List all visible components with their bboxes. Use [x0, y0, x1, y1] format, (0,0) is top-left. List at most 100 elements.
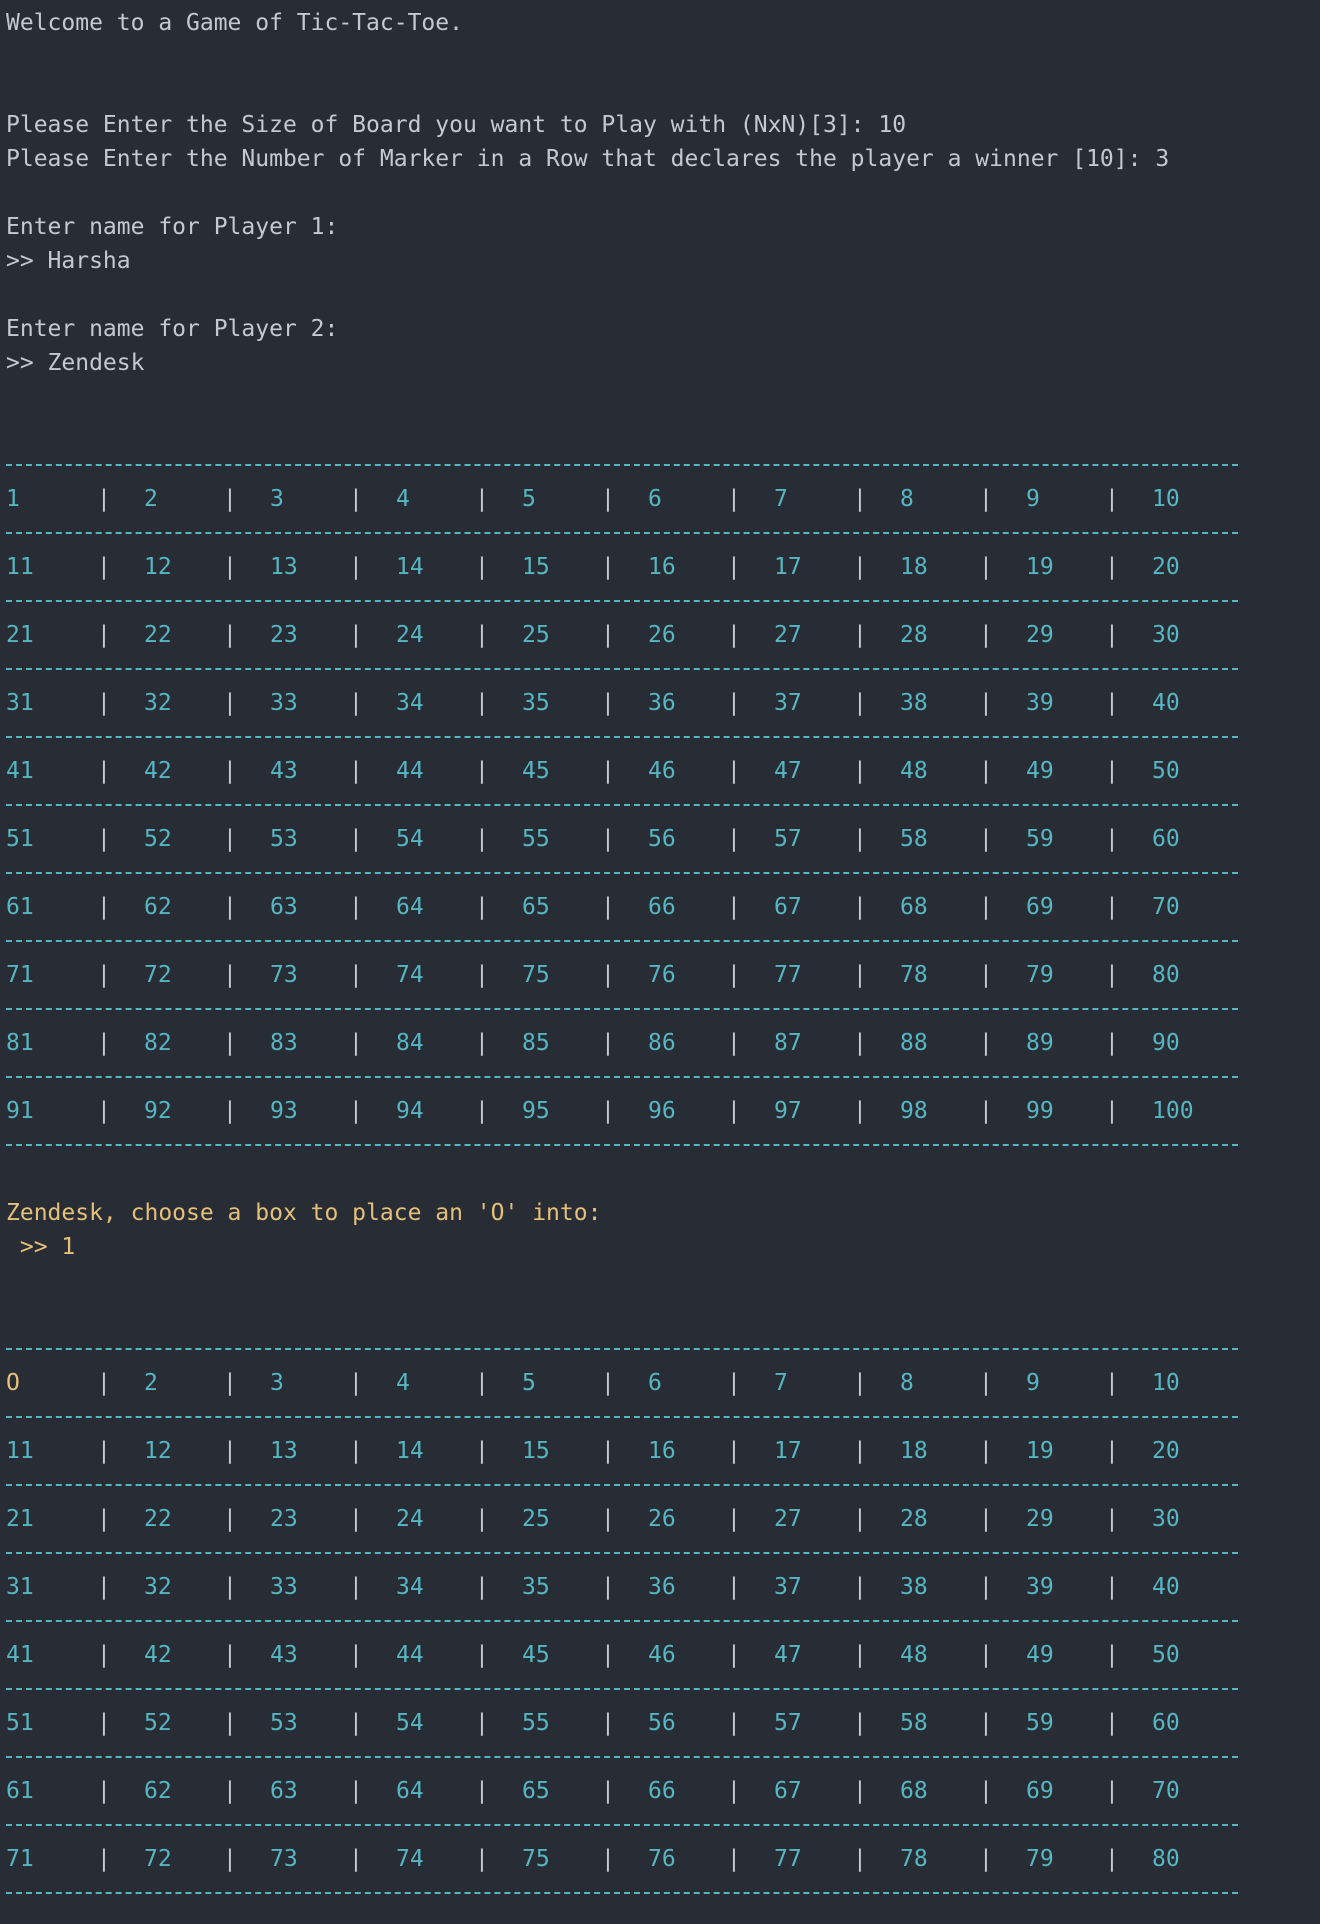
cell-divider: | [223, 1438, 237, 1464]
cell-divider: | [97, 554, 111, 580]
board-cell: 47 [774, 758, 802, 784]
cell-divider: | [601, 690, 615, 716]
board-separator [6, 448, 1320, 482]
board-row: 51 | 52 | 53 | 54 | 55 | 56 | 57 | 58 | 59 | 60 [6, 822, 1320, 856]
board-row: 1 | 2 | 3 | 4 | 5 | 6 | 7 | 8 | 9 | 10 [6, 482, 1320, 516]
board-cell: 62 [144, 1778, 172, 1804]
board-cell: 94 [396, 1098, 424, 1124]
board-cell: 66 [648, 1778, 676, 1804]
board-cell: 96 [648, 1098, 676, 1124]
cell-divider: | [979, 962, 993, 988]
cell-divider: | [223, 1370, 237, 1396]
board-separator [6, 1876, 1320, 1910]
board-row: 91 | 92 | 93 | 94 | 95 | 96 | 97 | 98 | 99 | 100 [6, 1094, 1320, 1128]
board-cell: 65 [522, 894, 550, 920]
board-cell: 77 [774, 962, 802, 988]
board-cell: 41 [6, 758, 34, 784]
board-cell: 17 [774, 1438, 802, 1464]
cell-divider: | [223, 554, 237, 580]
player1-name-prompt: Enter name for Player 1: [6, 214, 339, 240]
board-cell: 57 [774, 826, 802, 852]
board-cell: 46 [648, 1642, 676, 1668]
turn-input: >> 1 [6, 1234, 76, 1260]
board-cell: 54 [396, 1710, 424, 1736]
cell-divider: | [97, 826, 111, 852]
cell-divider: | [349, 486, 363, 512]
board-cell: 18 [900, 554, 928, 580]
board-separator [6, 1060, 1320, 1094]
cell-divider: | [601, 962, 615, 988]
cell-divider: | [1105, 1778, 1119, 1804]
board-cell: 40 [1152, 1574, 1180, 1600]
board-cell: 39 [1026, 690, 1054, 716]
board-cell: 12 [144, 554, 172, 580]
board-row: 71 | 72 | 73 | 74 | 75 | 76 | 77 | 78 | 79 | 80 [6, 958, 1320, 992]
board-separator [6, 992, 1320, 1026]
board-cell: 33 [270, 1574, 298, 1600]
cell-divider: | [475, 690, 489, 716]
cell-divider: | [1105, 1642, 1119, 1668]
cell-divider: | [475, 962, 489, 988]
board-cell: 37 [774, 1574, 802, 1600]
cell-divider: | [97, 758, 111, 784]
cell-divider: | [223, 1030, 237, 1056]
cell-divider: | [475, 1030, 489, 1056]
cell-divider: | [349, 758, 363, 784]
board-cell: 57 [774, 1710, 802, 1736]
board-cell: 24 [396, 1506, 424, 1532]
cell-divider: | [853, 826, 867, 852]
board-cell: 71 [6, 1846, 34, 1872]
cell-divider: | [601, 1710, 615, 1736]
cell-divider: | [979, 1370, 993, 1396]
board-cell: 70 [1152, 1778, 1180, 1804]
cell-divider: | [727, 894, 741, 920]
cell-divider: | [853, 1710, 867, 1736]
cell-divider: | [601, 1370, 615, 1396]
cell-divider: | [979, 1030, 993, 1056]
cell-divider: | [727, 1506, 741, 1532]
cell-divider: | [727, 826, 741, 852]
cell-divider: | [223, 758, 237, 784]
board-cell: 79 [1026, 962, 1054, 988]
cell-divider: | [97, 1098, 111, 1124]
board-row: 61 | 62 | 63 | 64 | 65 | 66 | 67 | 68 | 69 | 70 [6, 1774, 1320, 1808]
cell-divider: | [223, 1846, 237, 1872]
board-cell: 63 [270, 1778, 298, 1804]
board-cell: 13 [270, 1438, 298, 1464]
cell-divider: | [475, 1098, 489, 1124]
cell-divider: | [727, 690, 741, 716]
cell-divider: | [1105, 1438, 1119, 1464]
board-row: 21 | 22 | 23 | 24 | 25 | 26 | 27 | 28 | 29 | 30 [6, 1502, 1320, 1536]
player2-name-prompt: Enter name for Player 2: [6, 316, 339, 342]
cell-divider: | [601, 1438, 615, 1464]
board-cell: 11 [6, 1438, 34, 1464]
cell-divider: | [1105, 1030, 1119, 1056]
board-cell: 68 [900, 1778, 928, 1804]
board-cell: 29 [1026, 1506, 1054, 1532]
board-cell: 45 [522, 758, 550, 784]
board-cell: 68 [900, 894, 928, 920]
board-cell: 16 [648, 1438, 676, 1464]
board-cell: 58 [900, 826, 928, 852]
cell-divider: | [979, 1710, 993, 1736]
cell-divider: | [349, 1438, 363, 1464]
cell-divider: | [223, 1506, 237, 1532]
turn-prompt: Zendesk, choose a box to place an 'O' in… [6, 1200, 602, 1226]
cell-divider: | [979, 1846, 993, 1872]
cell-divider: | [979, 486, 993, 512]
board-cell: 67 [774, 894, 802, 920]
board-separator [6, 1808, 1320, 1842]
cell-divider: | [1105, 1710, 1119, 1736]
cell-divider: | [727, 486, 741, 512]
board-cell: 46 [648, 758, 676, 784]
cell-divider: | [223, 1098, 237, 1124]
board-cell: 59 [1026, 1710, 1054, 1736]
board-cell: 76 [648, 1846, 676, 1872]
board-cell: 9 [1026, 1370, 1040, 1396]
board-separator [6, 1400, 1320, 1434]
board-cell: O [6, 1370, 20, 1396]
board-cell: 8 [900, 1370, 914, 1396]
cell-divider: | [727, 622, 741, 648]
board-cell: 61 [6, 894, 34, 920]
board-cell: 80 [1152, 962, 1180, 988]
